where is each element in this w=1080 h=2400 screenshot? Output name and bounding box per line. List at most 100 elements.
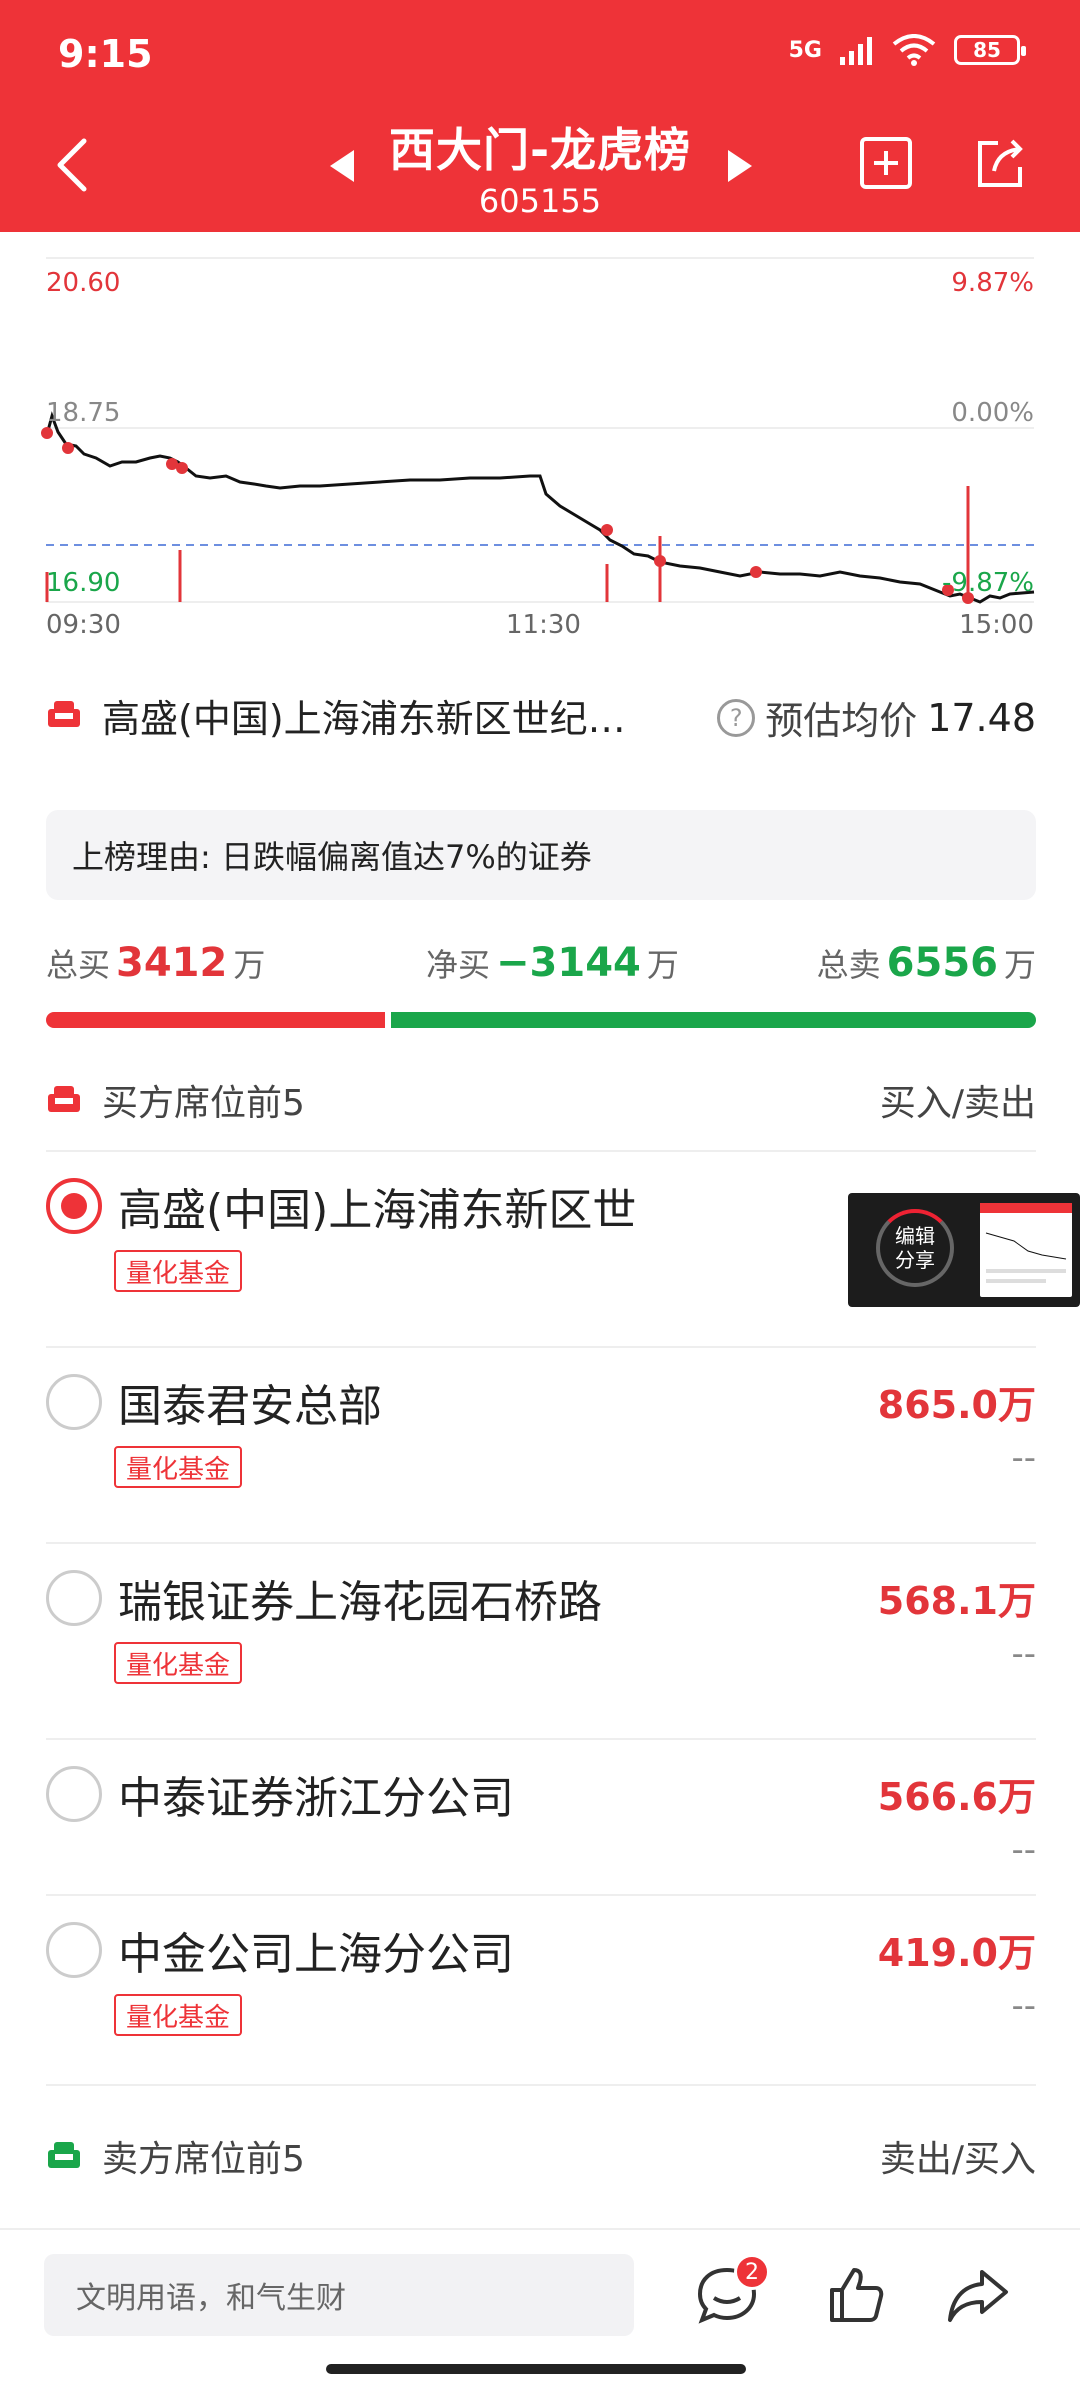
seat-radio[interactable] <box>46 1570 102 1626</box>
net-buy-label: 净买 <box>426 946 491 984</box>
sell-section-header: 卖方席位前5 卖出/买入 <box>46 2116 1036 2196</box>
share-icon[interactable] <box>972 135 1028 191</box>
like-icon[interactable] <box>820 2260 890 2330</box>
sell-amount: -- <box>1011 1830 1036 1870</box>
net-buy-value: −3144 <box>496 940 641 986</box>
status-icons: 5G 85 <box>788 34 1026 66</box>
price-bottom-label: 16.90 <box>46 568 121 598</box>
quant-fund-tag: 量化基金 <box>114 1446 243 1488</box>
sell-section-title: 卖方席位前5 <box>102 2139 305 2180</box>
buy-section-right[interactable]: 买入/卖出 <box>880 1074 1036 1126</box>
home-indicator <box>326 2364 746 2374</box>
pct-bottom-label: -9.87% <box>942 568 1034 598</box>
total-buy-label: 总买 <box>46 946 111 984</box>
battery-level: 85 <box>973 38 1001 62</box>
buy-amount: 568.1万 <box>877 1564 1036 1625</box>
edit-share-float[interactable]: 编辑 分享 <box>848 1193 1080 1307</box>
time-mid-label: 11:30 <box>506 610 581 640</box>
totals-row: 总买 3412 万 净买 −3144 万 总卖 6556 万 <box>46 940 1036 1000</box>
sell-ratio <box>391 1012 1036 1028</box>
buy-seat-row[interactable]: 中泰证券浙江分公司 566.6万 -- <box>46 1756 1036 1926</box>
buy-seat-row[interactable]: 瑞银证券上海花园石桥路量化基金 568.1万 -- <box>46 1560 1036 1730</box>
seat-radio[interactable] <box>46 1922 102 1978</box>
stock-code: 605155 <box>478 182 602 220</box>
buy-section-header: 买方席位前5 买入/卖出 <box>46 1060 1036 1140</box>
buy-amount: 865.0万 <box>877 1368 1036 1429</box>
buy-seat-row[interactable]: 国泰君安总部量化基金 865.0万 -- <box>46 1364 1036 1534</box>
signal-icon <box>840 37 872 65</box>
seat-radio[interactable] <box>46 1374 102 1430</box>
sell-section-right[interactable]: 卖出/买入 <box>880 2130 1036 2182</box>
listing-reason: 上榜理由: 日跌幅偏离值达7%的证券 <box>46 810 1036 900</box>
divider <box>46 2084 1036 2086</box>
title-block: 西大门-龙虎榜 605155 <box>0 114 1080 220</box>
seat-radio[interactable] <box>46 1178 102 1234</box>
divider <box>46 1894 1036 1896</box>
sell-amount: -- <box>1011 1438 1036 1478</box>
buy-amount: 419.0万 <box>877 1916 1036 1977</box>
divider <box>46 1738 1036 1740</box>
divider <box>46 1150 1036 1152</box>
edit-share-button[interactable]: 编辑 分享 <box>876 1209 954 1287</box>
buy-seat-row[interactable]: 中金公司上海分公司量化基金 419.0万 -- <box>46 1912 1036 2082</box>
quant-fund-tag: 量化基金 <box>114 1994 243 2036</box>
help-icon[interactable]: ? <box>717 698 756 737</box>
add-watchlist-button[interactable] <box>858 135 914 191</box>
battery-icon: 85 <box>954 35 1026 65</box>
sell-amount: -- <box>1011 1634 1036 1674</box>
pct-top-label: 9.87% <box>951 268 1034 298</box>
buy-ratio <box>46 1012 385 1028</box>
screenshot-thumbnail[interactable] <box>980 1203 1072 1297</box>
price-top-label: 20.60 <box>46 268 121 298</box>
price-mid-label: 18.75 <box>46 398 121 428</box>
seat-icon <box>48 1086 80 1112</box>
seat-name: 中泰证券浙江分公司 <box>118 1773 514 1824</box>
seat-name: 高盛(中国)上海浦东新区世 <box>118 1185 637 1236</box>
seat-icon-green <box>48 2142 80 2168</box>
est-value: 17.48 <box>927 695 1036 740</box>
total-buy: 总买 3412 万 <box>46 940 265 986</box>
sell-amount: -- <box>1011 1986 1036 2026</box>
nav-bar: 西大门-龙虎榜 605155 <box>0 110 1080 232</box>
seat-icon <box>48 701 80 727</box>
page-title: 西大门-龙虎榜 <box>388 123 692 177</box>
buy-section-title: 买方席位前5 <box>102 1083 305 1124</box>
est-avg-price: ? 预估均价 17.48 <box>717 690 1036 745</box>
total-sell-label: 总卖 <box>816 946 881 984</box>
selected-broker-row[interactable]: 高盛(中国)上海浦东新区世纪… ? 预估均价 17.48 <box>46 682 1036 748</box>
price-line <box>44 411 1035 604</box>
status-bar: 9:15 5G 85 <box>0 0 1080 110</box>
comment-input[interactable]: 文明用语，和气生财 <box>44 2254 634 2336</box>
net-buy: 净买 −3144 万 <box>426 940 679 986</box>
status-time: 9:15 <box>58 32 153 76</box>
seat-name: 瑞银证券上海花园石桥路 <box>118 1577 602 1628</box>
broker-name: 高盛(中国)上海浦东新区世纪… <box>102 696 626 741</box>
next-stock-button[interactable] <box>728 150 752 182</box>
seat-name: 中金公司上海分公司 <box>118 1929 514 1980</box>
net-buy-unit: 万 <box>646 946 679 984</box>
total-sell-unit: 万 <box>1003 946 1036 984</box>
quant-fund-tag: 量化基金 <box>114 1642 243 1684</box>
total-sell: 总卖 6556 万 <box>817 940 1036 986</box>
total-buy-value: 3412 <box>116 940 228 986</box>
total-buy-unit: 万 <box>233 946 266 984</box>
est-label: 预估均价 <box>765 699 918 743</box>
time-start-label: 09:30 <box>46 610 121 640</box>
buy-amount-value: 419.0万 <box>877 1931 1036 1975</box>
buy-amount: 566.6万 <box>877 1760 1036 1821</box>
comment-count-badge: 2 <box>734 2254 770 2290</box>
buy-sell-ratio-bar <box>46 1012 1036 1028</box>
quant-fund-tag: 量化基金 <box>114 1250 243 1292</box>
forward-icon[interactable] <box>942 2260 1012 2330</box>
seat-radio[interactable] <box>46 1766 102 1822</box>
seat-name: 国泰君安总部 <box>118 1381 382 1432</box>
divider <box>46 1346 1036 1348</box>
intraday-chart[interactable]: 20.60 9.87% 18.75 0.00% 16.90 -9.87% 09:… <box>0 232 1080 652</box>
buy-amount-value: 568.1万 <box>877 1579 1036 1623</box>
buy-amount-value: 566.6万 <box>877 1775 1036 1819</box>
pct-mid-label: 0.00% <box>951 398 1034 428</box>
total-sell-value: 6556 <box>886 940 998 986</box>
buy-amount-value: 865.0万 <box>877 1383 1036 1427</box>
header: 9:15 5G 85 西大门-龙虎榜 605155 <box>0 0 1080 232</box>
network-label: 5G <box>788 37 822 63</box>
